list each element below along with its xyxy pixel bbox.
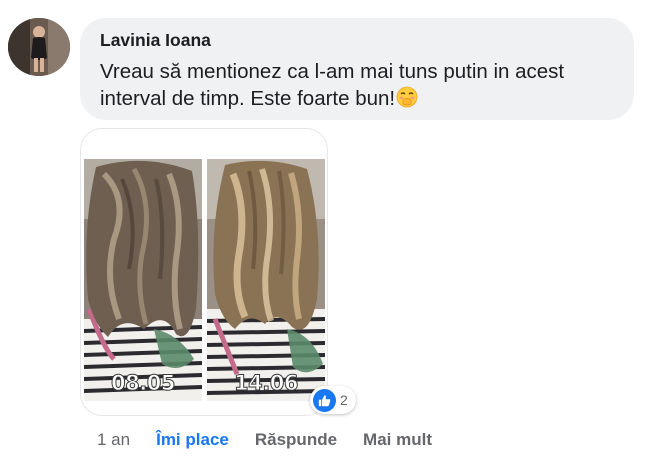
avatar[interactable]: [8, 18, 70, 76]
comment-text: Vreau să mentionez ca l-am mai tuns puti…: [100, 58, 630, 115]
comment-timestamp[interactable]: 1 an: [97, 430, 130, 450]
reply-button[interactable]: Răspunde: [255, 430, 337, 450]
reaction-summary[interactable]: 2: [310, 386, 356, 414]
comment-actions: 1 an Îmi place Răspunde Mai mult: [97, 430, 458, 450]
like-button[interactable]: Îmi place: [156, 430, 229, 450]
like-icon: [313, 388, 336, 412]
comment-author[interactable]: Lavinia Ioana: [100, 30, 211, 51]
more-button[interactable]: Mai mult: [363, 430, 432, 450]
avatar-photo: [8, 18, 70, 76]
comment-text-content: Vreau să mentionez ca l-am mai tuns puti…: [100, 60, 565, 110]
photo-after: 14.06: [207, 159, 325, 401]
reaction-count: 2: [340, 392, 348, 408]
photo-before: 08.05: [84, 159, 202, 401]
attached-photo-collage[interactable]: 08.05 14.06: [80, 128, 328, 416]
comment-bubble: Lavinia Ioana Vreau să mentionez ca l-am…: [80, 18, 634, 120]
photo-date-label: 14.06: [234, 371, 299, 396]
face-with-hand-over-mouth-emoji-icon: [396, 86, 418, 115]
photo-date-label: 08.05: [111, 371, 176, 396]
